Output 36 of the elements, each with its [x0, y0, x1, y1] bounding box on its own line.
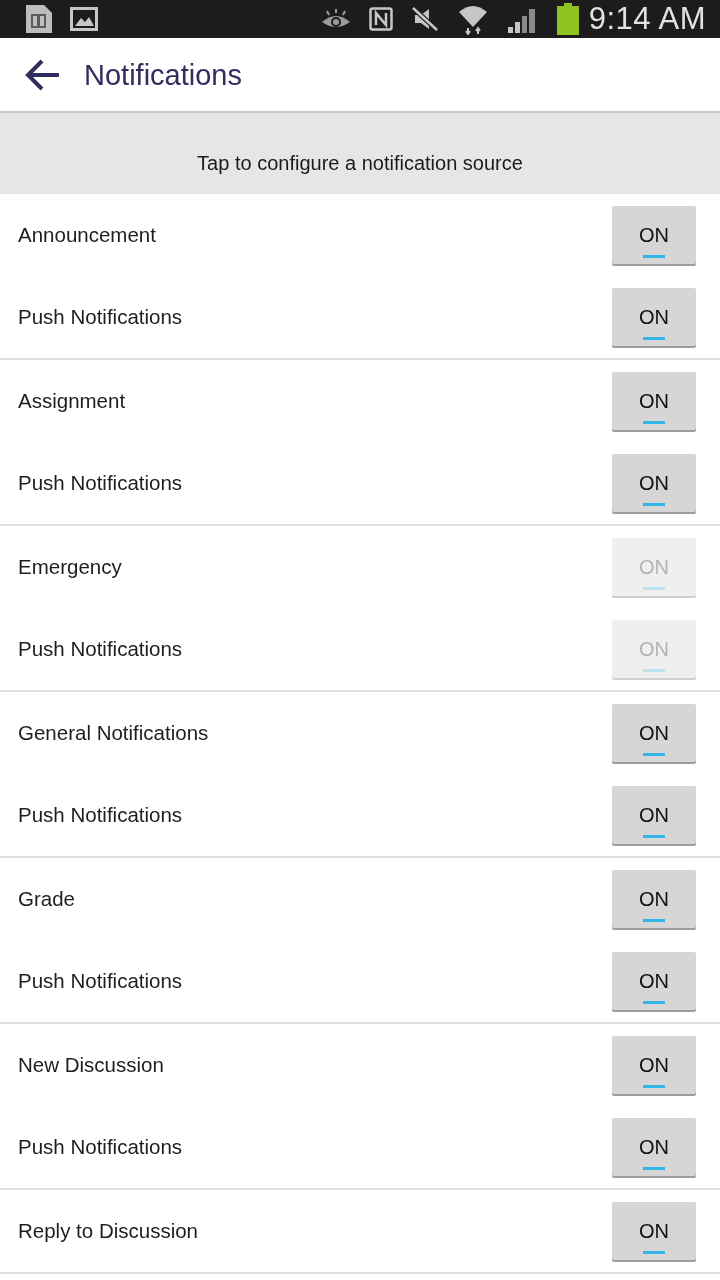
sim-card-icon [24, 5, 52, 33]
screen-title: Notifications [84, 57, 242, 93]
toggle-button[interactable]: ON [612, 372, 696, 430]
setting-label: Push Notifications [18, 470, 183, 496]
battery-icon [556, 3, 579, 35]
status-time: 9:14 AM [588, 0, 706, 38]
toggle-button[interactable]: ON [612, 288, 696, 346]
setting-label: Push Notifications [18, 636, 183, 662]
setting-label: Push Notifications [18, 968, 183, 994]
back-button[interactable] [24, 57, 62, 92]
toggle-button[interactable]: ON [612, 786, 696, 844]
nfc-icon [368, 7, 393, 31]
setting-label: Push Notifications [18, 1134, 183, 1160]
toggle-button[interactable]: ON [612, 704, 696, 762]
toggle-button[interactable]: ON [612, 206, 696, 264]
toggle-button[interactable]: ON [612, 1118, 696, 1176]
setting-label: New Discussion [18, 1052, 164, 1078]
setting-label: Push Notifications [18, 802, 183, 828]
setting-label: Assignment [18, 388, 126, 414]
setting-label: Emergency [18, 554, 122, 580]
back-arrow-icon [25, 58, 61, 91]
header-instruction: Tap to configure a notification source [197, 151, 523, 175]
setting-label: Reply to Discussion [18, 1218, 198, 1244]
wifi-icon [456, 3, 489, 35]
toggle-button[interactable]: ON [612, 870, 696, 928]
setting-label: Announcement [18, 222, 156, 248]
eye-icon [320, 8, 351, 30]
toggle-button[interactable]: ON [612, 1202, 696, 1260]
setting-label: Grade [18, 886, 75, 912]
toggle-button[interactable]: ON [612, 1036, 696, 1094]
toggle-button[interactable]: ON [612, 952, 696, 1010]
setting-label: Push Notifications [18, 304, 183, 330]
muted-speaker-icon [410, 6, 439, 32]
setting-label: General Notifications [18, 720, 209, 746]
image-icon [70, 7, 98, 31]
toggle-button[interactable]: ON [612, 454, 696, 512]
